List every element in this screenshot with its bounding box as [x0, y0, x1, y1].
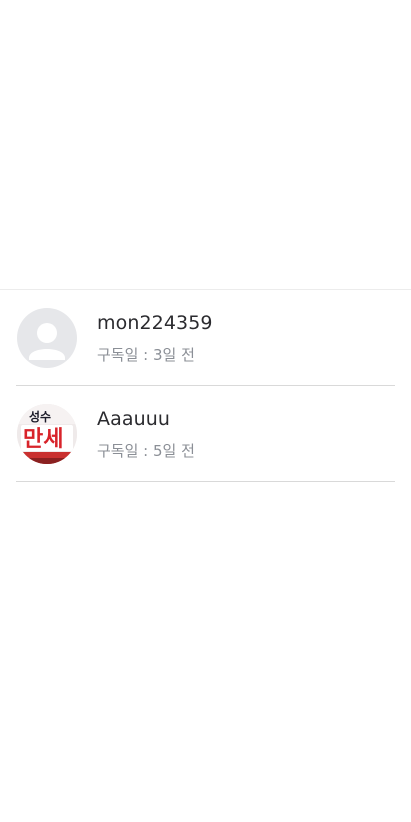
- subscriber-screen: mon224359 구독일 : 3일 전 성수 만세 Aaauuu 구독일 : …: [0, 0, 411, 822]
- subscribed-date: 구독일 : 3일 전: [97, 346, 195, 364]
- nickname: Aaauuu: [97, 408, 171, 430]
- photo-text-top: 성수: [29, 410, 51, 424]
- photo-text-main: 만세: [23, 427, 63, 452]
- subscriber-list: mon224359 구독일 : 3일 전 성수 만세 Aaauuu 구독일 : …: [0, 290, 411, 482]
- subscriber-row[interactable]: mon224359 구독일 : 3일 전: [16, 290, 395, 386]
- nickname: mon224359: [97, 312, 213, 334]
- default-user-icon: [29, 323, 65, 360]
- profile-photo-icon: 성수 만세: [17, 404, 77, 464]
- avatar[interactable]: [17, 308, 77, 368]
- subscriber-row[interactable]: 성수 만세 Aaauuu 구독일 : 5일 전: [16, 386, 395, 482]
- subscribed-date: 구독일 : 5일 전: [97, 442, 195, 460]
- avatar[interactable]: 성수 만세: [17, 404, 77, 464]
